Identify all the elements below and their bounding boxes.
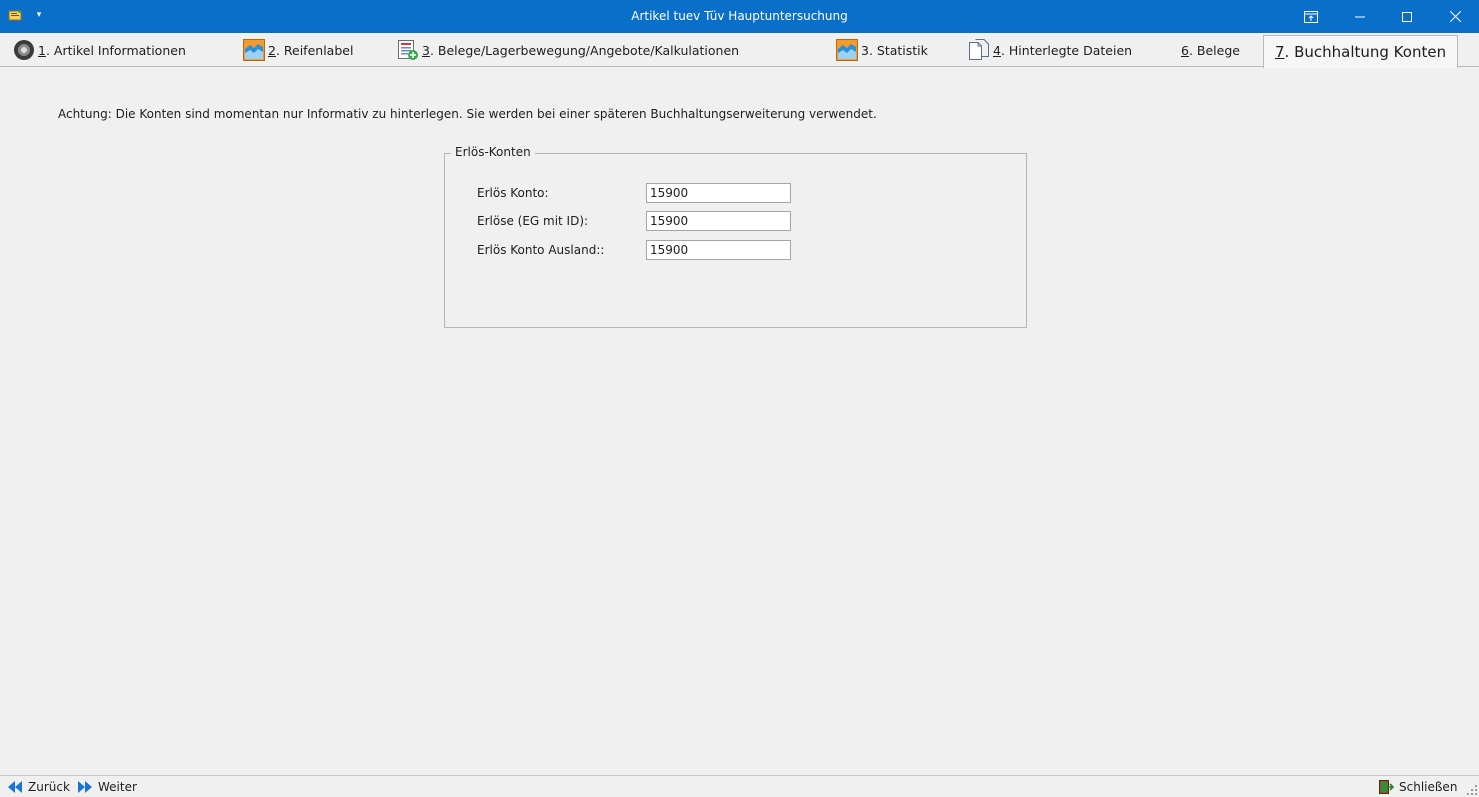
tab-belege[interactable]: 6. Belege (1181, 33, 1240, 67)
forward-button[interactable]: Weiter (77, 779, 137, 795)
erloes-konto-ausland-label: Erlös Konto Ausland:: (477, 243, 605, 257)
files-icon (969, 39, 989, 60)
rewind-icon (8, 781, 22, 793)
close-window-button[interactable]: Schließen (1378, 779, 1457, 795)
maximize-icon (1402, 11, 1412, 22)
erloese-eg-label: Erlöse (EG mit ID): (477, 214, 589, 228)
tab-strip: 1. Artikel Informationen 2. Reifenlabel … (0, 33, 1479, 68)
chart-icon (243, 39, 265, 61)
erloes-konto-label: Erlös Konto: (477, 186, 549, 200)
fast-forward-icon (78, 781, 92, 793)
status-bar: Zurück Weiter Schließen (0, 775, 1479, 797)
tab-buchhaltung-konten[interactable]: 7. Buchhaltung Konten (1263, 35, 1459, 68)
tab-belege-lagerbewegung[interactable]: 3. Belege/Lagerbewegung/Angebote/Kalkula… (397, 33, 739, 67)
document-add-icon (398, 40, 418, 60)
group-legend: Erlös-Konten (451, 145, 535, 160)
minimize-button[interactable] (1337, 0, 1383, 33)
quick-access-menu-icon[interactable]: ▾ (33, 8, 45, 22)
notice-text: Achtung: Die Konten sind momentan nur In… (58, 107, 877, 121)
erloes-konto-input[interactable] (646, 183, 791, 203)
tab-reifenlabel[interactable]: 2. Reifenlabel (243, 33, 353, 67)
window-title: Artikel tuev Tüv Hauptuntersuchung (631, 9, 848, 23)
back-button[interactable]: Zurück (7, 779, 70, 795)
erloes-konto-ausland-input[interactable] (646, 240, 791, 260)
close-icon (1449, 11, 1461, 22)
restore-ribbon-button[interactable] (1288, 0, 1334, 33)
exit-door-icon (1379, 780, 1394, 794)
restore-ribbon-icon (1304, 10, 1318, 23)
title-bar: ▾ Artikel tuev Tüv Hauptuntersuchung (0, 0, 1479, 33)
erloese-eg-input[interactable] (646, 211, 791, 231)
chart-icon (836, 39, 858, 61)
close-button[interactable] (1432, 0, 1478, 33)
tab-hinterlegte-dateien[interactable]: 4. Hinterlegte Dateien (968, 33, 1132, 67)
resize-grip-icon[interactable] (1467, 785, 1477, 795)
minimize-icon (1355, 16, 1365, 17)
tab-statistik[interactable]: 3. Statistik (836, 33, 928, 67)
tab-artikel-informationen[interactable]: 1. Artikel Informationen (13, 33, 186, 67)
tire-icon (14, 40, 34, 60)
maximize-button[interactable] (1384, 0, 1430, 33)
app-icon[interactable] (8, 9, 22, 21)
